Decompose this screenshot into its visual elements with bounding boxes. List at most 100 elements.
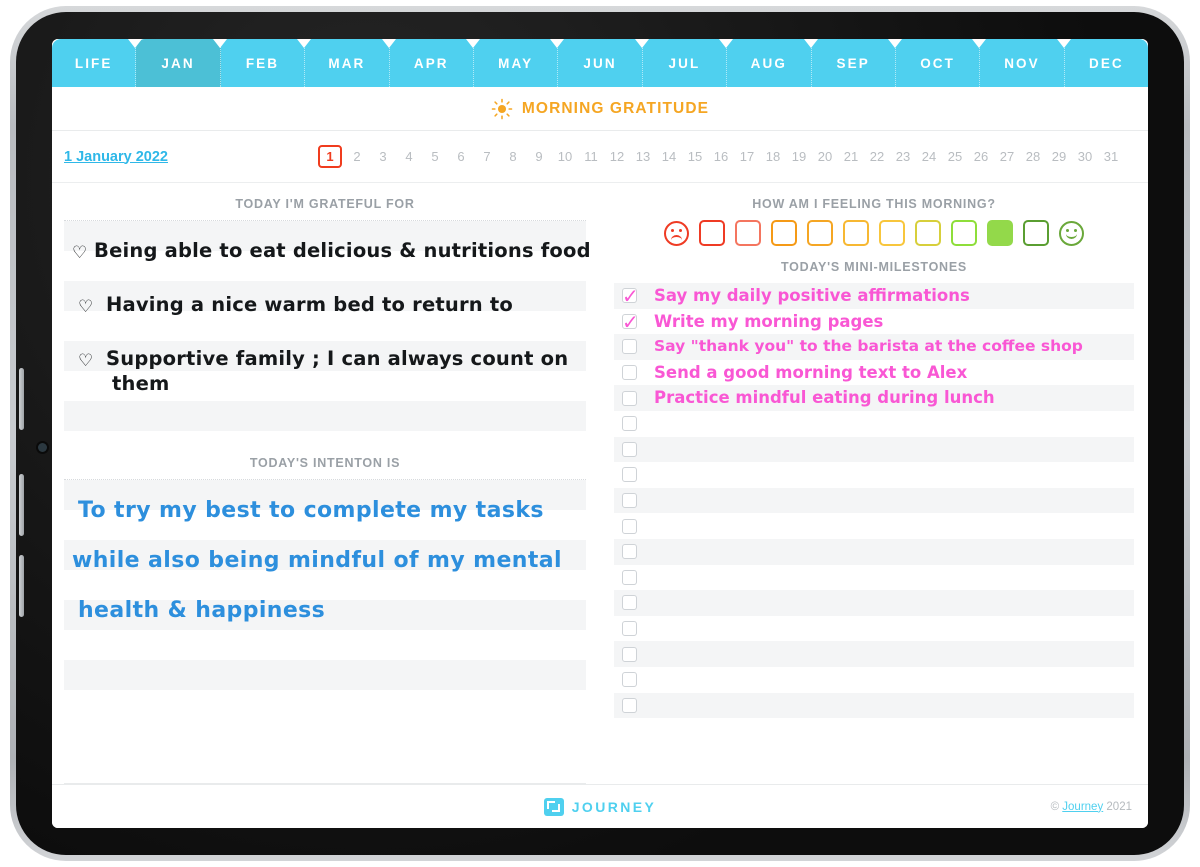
milestone-checkbox[interactable] [622,569,637,585]
milestone-checkbox[interactable] [622,646,637,662]
milestone-row[interactable] [614,667,1134,693]
mood-box-6[interactable] [879,220,905,246]
day-21[interactable]: 21 [838,146,864,168]
day-1[interactable]: 1 [318,145,342,168]
tab-jan[interactable]: JAN [136,39,228,87]
day-8[interactable]: 8 [500,146,526,168]
milestone-row[interactable] [614,462,1134,488]
milestone-checkbox[interactable] [622,672,637,688]
milestone-checkbox[interactable] [622,339,637,355]
milestone-checkbox[interactable] [622,416,637,432]
mood-box-8[interactable] [951,220,977,246]
day-19[interactable]: 19 [786,146,812,168]
day-4[interactable]: 4 [396,146,422,168]
day-13[interactable]: 13 [630,146,656,168]
milestone-row[interactable] [614,692,1134,719]
milestone-checkbox[interactable] [622,313,637,329]
sad-face-icon[interactable] [664,220,689,246]
happy-face-icon[interactable] [1059,220,1084,246]
mood-box-9[interactable] [987,220,1013,246]
day-22[interactable]: 22 [864,146,890,168]
milestone-row[interactable] [614,641,1134,667]
milestone-row[interactable] [614,487,1134,514]
copyright-symbol: © [1050,800,1060,813]
milestone-checkbox[interactable] [622,697,637,713]
mood-box-7[interactable] [915,220,941,246]
day-15[interactable]: 15 [682,146,708,168]
day-3[interactable]: 3 [370,146,396,168]
day-24[interactable]: 24 [916,146,942,168]
side-button-two[interactable] [19,474,24,536]
mood-box-4[interactable] [807,220,833,246]
side-button-one[interactable] [19,368,24,430]
day-30[interactable]: 30 [1072,146,1098,168]
day-27[interactable]: 27 [994,146,1020,168]
milestone-checkbox[interactable] [622,441,637,457]
day-23[interactable]: 23 [890,146,916,168]
day-26[interactable]: 26 [968,146,994,168]
milestone-checkbox[interactable] [622,467,637,483]
day-20[interactable]: 20 [812,146,838,168]
mood-box-5[interactable] [843,220,869,246]
milestone-row[interactable] [614,309,1134,335]
day-25[interactable]: 25 [942,146,968,168]
day-6[interactable]: 6 [448,146,474,168]
tab-oct[interactable]: OCT [895,39,987,87]
milestone-row[interactable] [614,334,1134,360]
tab-apr[interactable]: APR [389,39,481,87]
day-18[interactable]: 18 [760,146,786,168]
tab-jul[interactable]: JUL [642,39,734,87]
intention-writing-area[interactable]: To try my best to complete my tasks whil… [64,479,586,690]
day-10[interactable]: 10 [552,146,578,168]
gratitude-writing-area[interactable]: ♡ Being able to eat delicious & nutritio… [64,220,591,431]
tab-feb[interactable]: FEB [220,39,312,87]
tab-label: LIFE [74,55,113,71]
mood-box-2[interactable] [735,220,761,246]
milestone-checkbox[interactable] [622,621,637,637]
milestone-checkbox[interactable] [622,595,637,611]
milestone-row[interactable] [614,360,1134,386]
milestone-row[interactable] [614,538,1134,565]
milestone-row[interactable] [614,513,1134,539]
day-29[interactable]: 29 [1046,146,1072,168]
mood-box-1[interactable] [699,220,725,246]
side-button-three[interactable] [19,555,24,617]
milestone-checkbox[interactable] [622,493,637,509]
milestone-row[interactable] [614,436,1134,463]
milestone-checkbox[interactable] [622,365,637,381]
milestone-row[interactable] [614,590,1134,616]
milestone-row[interactable] [614,283,1134,309]
journey-brand[interactable]: JOURNEY [543,797,656,816]
day-11[interactable]: 11 [578,146,604,168]
milestone-row[interactable] [614,385,1134,411]
current-date-link[interactable]: 1 January 2022 [64,149,168,165]
tab-life[interactable]: LIFE [52,39,143,87]
milestone-checkbox[interactable] [622,544,637,560]
tab-jun[interactable]: JUN [558,39,650,87]
milestone-checkbox[interactable] [622,390,637,406]
milestone-row[interactable] [614,616,1134,642]
tab-sep[interactable]: SEP [811,39,903,87]
milestone-row[interactable] [614,411,1134,437]
tab-aug[interactable]: AUG [727,39,818,87]
day-7[interactable]: 7 [474,146,500,168]
day-28[interactable]: 28 [1020,146,1046,168]
tab-mar[interactable]: MAR [305,39,396,87]
day-2[interactable]: 2 [344,146,370,168]
day-16[interactable]: 16 [708,146,734,168]
milestone-row[interactable] [614,565,1134,591]
tab-may[interactable]: MAY [473,39,565,87]
tab-nov[interactable]: NOV [980,39,1072,87]
milestone-checkbox[interactable] [622,518,637,534]
day-9[interactable]: 9 [526,146,552,168]
mood-box-3[interactable] [771,220,797,246]
mood-box-10[interactable] [1023,220,1049,246]
day-5[interactable]: 5 [422,146,448,168]
tab-dec[interactable]: DEC [1064,39,1148,87]
day-14[interactable]: 14 [656,146,682,168]
day-12[interactable]: 12 [604,146,630,168]
day-17[interactable]: 17 [734,146,760,168]
day-31[interactable]: 31 [1098,146,1124,168]
milestone-checkbox[interactable] [622,288,637,304]
copyright-link[interactable]: Journey [1062,801,1103,813]
